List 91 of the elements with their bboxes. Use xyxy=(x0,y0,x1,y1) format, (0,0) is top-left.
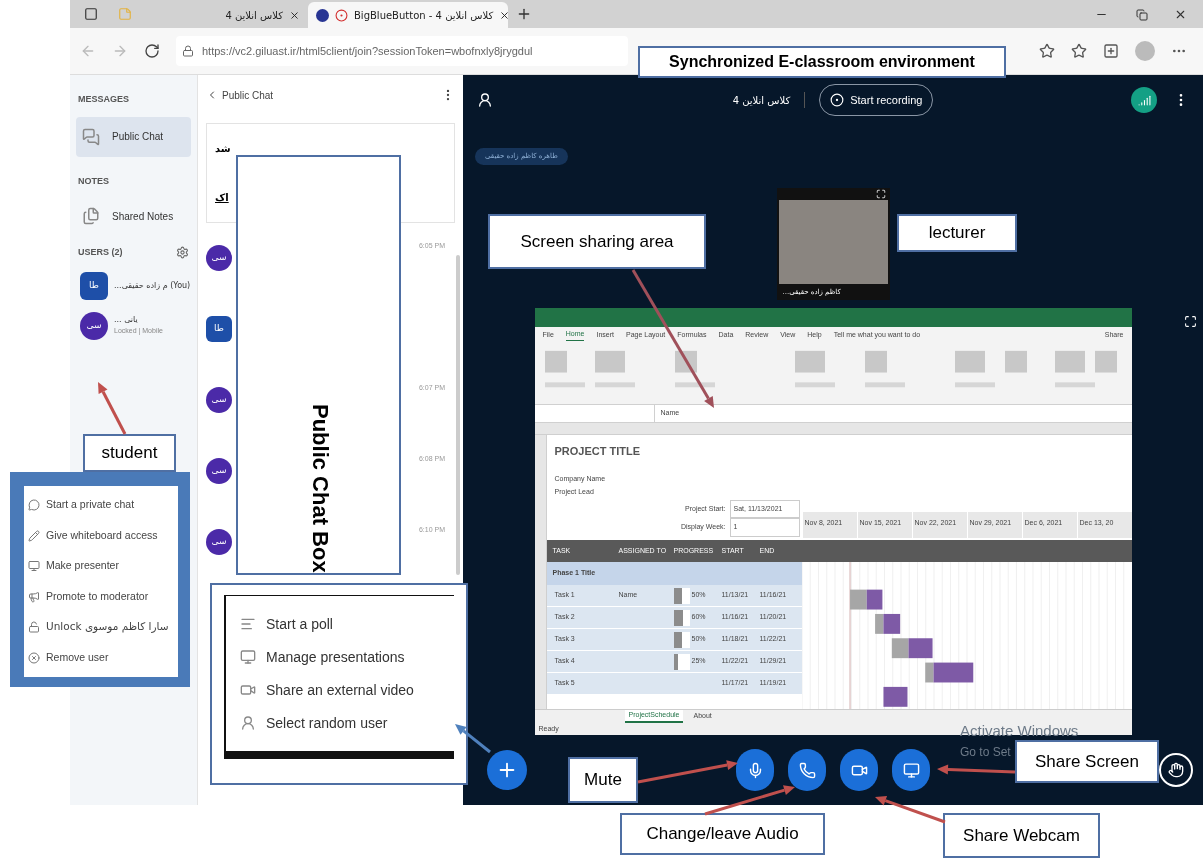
phone-icon xyxy=(798,761,816,779)
avatar: طا xyxy=(206,316,232,342)
annotation-label: lecturer xyxy=(897,214,1017,252)
browser-tab[interactable]: کلاس انلاین 4 xyxy=(140,2,308,28)
settings-icon[interactable] xyxy=(176,246,189,260)
avatar: طا xyxy=(80,271,108,300)
close-icon[interactable] xyxy=(289,9,300,21)
meeting-title: کلاس انلاین 4 xyxy=(732,93,791,108)
section-heading: NOTES xyxy=(77,174,110,188)
welcome-text: اک xyxy=(215,191,229,205)
user-list-toggle-icon[interactable] xyxy=(477,92,493,108)
record-icon xyxy=(830,93,845,107)
restore-icon[interactable] xyxy=(1136,9,1148,21)
video-camera-icon xyxy=(240,682,256,698)
sidebar-item[interactable]: Shared Notes xyxy=(76,196,191,236)
gantt-bar xyxy=(849,589,882,610)
section-heading: USERS (2) xyxy=(78,246,123,259)
favorites-list-icon[interactable] xyxy=(1071,43,1087,59)
pencil-icon xyxy=(28,529,40,542)
section-heading: MESSAGES xyxy=(77,93,130,106)
new-tab-icon[interactable] xyxy=(516,6,532,22)
close-icon[interactable] xyxy=(1174,8,1187,21)
browser-tab[interactable]: BigBlueButton - کلاس انلاین 4 xyxy=(308,2,508,28)
monitor-icon xyxy=(902,761,920,779)
webcam-button[interactable] xyxy=(840,749,878,791)
menu-item[interactable]: Promote to moderator xyxy=(28,588,174,605)
user-icon xyxy=(240,715,256,731)
gantt-bar xyxy=(882,686,907,707)
share-screen-button[interactable] xyxy=(892,749,930,791)
document-icon xyxy=(82,207,100,225)
fullscreen-icon[interactable] xyxy=(875,189,886,199)
tab-actions-icon[interactable] xyxy=(84,7,98,21)
gantt-bar xyxy=(891,638,933,659)
gantt-bar xyxy=(924,662,973,683)
welcome-text: شد xyxy=(215,142,231,156)
annotation-label: Share Webcam xyxy=(943,813,1100,858)
project-title: PROJECT TITLE xyxy=(554,444,642,459)
menu-item[interactable]: Make presenter xyxy=(28,558,174,575)
signal-icon xyxy=(1137,93,1151,107)
unlock-icon xyxy=(28,621,40,634)
avatar: سی xyxy=(206,245,232,271)
arrow xyxy=(98,382,127,435)
menu-item[interactable]: Start a poll xyxy=(240,613,454,635)
hand-icon xyxy=(1168,762,1184,778)
menu-item[interactable]: Give whiteboard access xyxy=(28,527,174,544)
recording-icon xyxy=(335,8,348,22)
annotation-label: Public Chat Box xyxy=(236,155,401,575)
annotation-label: Screen sharing area xyxy=(488,214,706,269)
back-to-chat-link[interactable]: Public Chat xyxy=(206,87,274,103)
annotation-label: student xyxy=(83,434,176,472)
close-icon[interactable] xyxy=(499,9,511,21)
fullscreen-icon[interactable] xyxy=(1184,315,1197,328)
list-icon xyxy=(240,616,256,632)
annotation-label: Share Screen xyxy=(1015,740,1159,783)
sidebar-item[interactable]: Public Chat xyxy=(76,116,191,157)
user-name: ... یانی xyxy=(114,314,139,327)
annotation-label: Synchronized E-classroom environment xyxy=(638,46,1006,78)
arrow xyxy=(875,796,946,824)
chat-icon xyxy=(82,127,100,146)
actions-button[interactable] xyxy=(487,750,527,790)
avatar: سی xyxy=(206,458,232,484)
menu-item[interactable]: Select random user xyxy=(240,712,454,734)
connection-status-button[interactable] xyxy=(1131,87,1157,113)
menu-item[interactable]: Remove user xyxy=(28,649,174,666)
activation-notice-text: Go to Set xyxy=(960,744,1011,761)
monitor-icon xyxy=(240,649,256,665)
chat-bubble-icon xyxy=(28,499,40,512)
activation-notice-title: Activate Windows xyxy=(960,721,1079,741)
audio-button[interactable] xyxy=(788,749,826,791)
menu-item[interactable]: Manage presentations xyxy=(240,646,454,668)
annotation-label: Mute xyxy=(568,757,638,803)
menu-item[interactable]: Unlock سارا کاظم موسوی xyxy=(28,619,174,636)
close-icon xyxy=(28,651,40,664)
reload-icon[interactable] xyxy=(144,43,160,59)
megaphone-icon xyxy=(28,590,40,603)
arrow xyxy=(455,724,491,754)
gantt-bar xyxy=(874,613,900,634)
favorite-icon[interactable] xyxy=(1039,43,1055,59)
site-logo-icon xyxy=(316,8,329,22)
avatar: سی xyxy=(80,311,108,340)
mute-button[interactable] xyxy=(736,749,774,791)
menu-item[interactable]: Share an external video xyxy=(240,679,454,701)
avatar: سی xyxy=(206,529,232,555)
monitor-icon xyxy=(28,560,40,573)
collections-icon[interactable] xyxy=(1103,43,1119,59)
lock-icon xyxy=(182,45,194,57)
annotation-label: Change/leave Audio xyxy=(620,813,825,855)
menu-item[interactable]: Start a private chat xyxy=(28,497,174,514)
address-field[interactable]: https://vc2.giluast.ir/html5client/join?sessionToken=wbofnxly8jrygdul xyxy=(176,36,628,66)
avatar: سی xyxy=(206,387,232,413)
scrollbar[interactable] xyxy=(456,255,460,575)
